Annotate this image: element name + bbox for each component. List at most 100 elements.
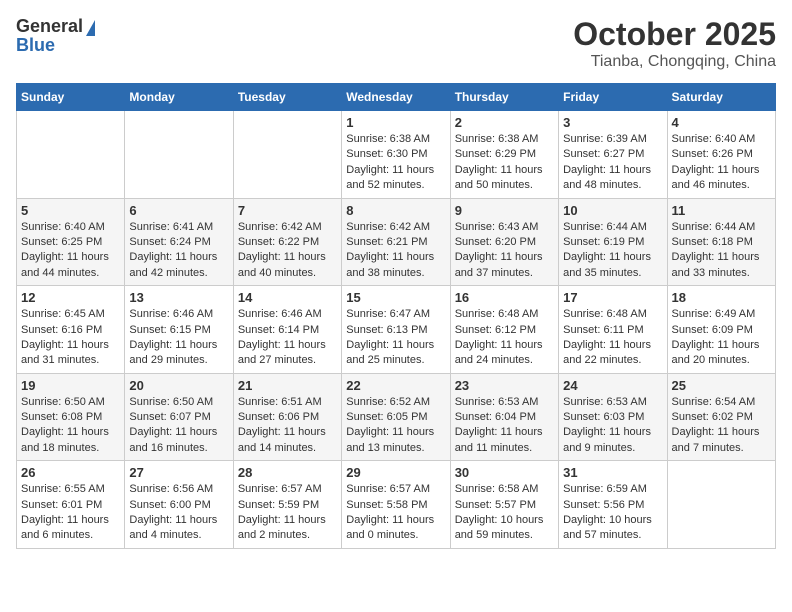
- calendar-cell: 1Sunrise: 6:38 AMSunset: 6:30 PMDaylight…: [342, 111, 450, 199]
- day-number: 12: [21, 290, 120, 305]
- day-info: Sunrise: 6:56 AMSunset: 6:00 PMDaylight:…: [129, 482, 228, 544]
- calendar-week-row: 12 Sunrise: 6:45 AMSunset: 6:16 PMDayligh…: [17, 286, 776, 374]
- calendar-cell: 17 Sunrise: 6:48 AMSunset: 6:11 PMDayligh…: [559, 286, 667, 374]
- calendar-cell: [125, 111, 233, 199]
- day-info: Sunrise: 6:57 AMSunset: 5:58 PMDaylight:…: [346, 482, 445, 544]
- day-number: 21: [238, 378, 337, 393]
- day-info: Sunrise: 6:40 AMSunset: 6:26 PMDaylight:…: [672, 132, 771, 194]
- calendar-cell: 19 Sunrise: 6:50 AMSunset: 6:08 PMDayligh…: [17, 373, 125, 461]
- day-number: 6: [129, 203, 228, 218]
- day-info: Sunrise: 6:46 AMSunset: 6:15 PMDaylight:…: [129, 307, 228, 369]
- logo: General Blue: [16, 16, 95, 56]
- day-number: 8: [346, 203, 445, 218]
- day-info: Sunrise: 6:48 AMSunset: 6:12 PMDaylight:…: [455, 307, 554, 369]
- day-number: 26: [21, 465, 120, 480]
- calendar-cell: 16 Sunrise: 6:48 AMSunset: 6:12 PMDayligh…: [450, 286, 558, 374]
- calendar-header-row: SundayMondayTuesdayWednesdayThursdayFrid…: [17, 84, 776, 111]
- day-number: 25: [672, 378, 771, 393]
- weekday-header-monday: Monday: [125, 84, 233, 111]
- day-info: Sunrise: 6:41 AMSunset: 6:24 PMDaylight:…: [129, 220, 228, 282]
- day-number: 23: [455, 378, 554, 393]
- calendar-cell: 9 Sunrise: 6:43 AMSunset: 6:20 PMDaylight…: [450, 198, 558, 286]
- calendar-cell: 30 Sunrise: 6:58 AMSunset: 5:57 PMDayligh…: [450, 461, 558, 549]
- calendar-cell: 22 Sunrise: 6:52 AMSunset: 6:05 PMDayligh…: [342, 373, 450, 461]
- day-number: 10: [563, 203, 662, 218]
- logo-triangle-icon: [86, 20, 95, 36]
- weekday-header-thursday: Thursday: [450, 84, 558, 111]
- day-number: 17: [563, 290, 662, 305]
- calendar-week-row: 5 Sunrise: 6:40 AMSunset: 6:25 PMDaylight…: [17, 198, 776, 286]
- day-info: Sunrise: 6:39 AMSunset: 6:27 PMDaylight:…: [563, 132, 662, 194]
- day-info: Sunrise: 6:50 AMSunset: 6:08 PMDaylight:…: [21, 395, 120, 457]
- calendar-cell: 4 Sunrise: 6:40 AMSunset: 6:26 PMDaylight…: [667, 111, 775, 199]
- weekday-header-tuesday: Tuesday: [233, 84, 341, 111]
- day-info: Sunrise: 6:43 AMSunset: 6:20 PMDaylight:…: [455, 220, 554, 282]
- calendar-cell: [667, 461, 775, 549]
- day-info: Sunrise: 6:40 AMSunset: 6:25 PMDaylight:…: [21, 220, 120, 282]
- day-info: Sunrise: 6:38 AMSunset: 6:29 PMDaylight:…: [455, 132, 554, 194]
- day-info: Sunrise: 6:47 AMSunset: 6:13 PMDaylight:…: [346, 307, 445, 369]
- calendar-cell: 27 Sunrise: 6:56 AMSunset: 6:00 PMDayligh…: [125, 461, 233, 549]
- day-number: 29: [346, 465, 445, 480]
- weekday-header-friday: Friday: [559, 84, 667, 111]
- calendar-cell: 8 Sunrise: 6:42 AMSunset: 6:21 PMDaylight…: [342, 198, 450, 286]
- day-info: Sunrise: 6:54 AMSunset: 6:02 PMDaylight:…: [672, 395, 771, 457]
- day-number: 19: [21, 378, 120, 393]
- day-number: 15: [346, 290, 445, 305]
- day-info: Sunrise: 6:59 AMSunset: 5:56 PMDaylight:…: [563, 482, 662, 544]
- day-info: Sunrise: 6:45 AMSunset: 6:16 PMDaylight:…: [21, 307, 120, 369]
- calendar-cell: 26 Sunrise: 6:55 AMSunset: 6:01 PMDayligh…: [17, 461, 125, 549]
- day-number: 5: [21, 203, 120, 218]
- page-header: General Blue October 2025 Tianba, Chongq…: [16, 16, 776, 71]
- calendar-table: SundayMondayTuesdayWednesdayThursdayFrid…: [16, 83, 776, 549]
- calendar-cell: 7Sunrise: 6:42 AMSunset: 6:22 PMDaylight…: [233, 198, 341, 286]
- day-number: 31: [563, 465, 662, 480]
- calendar-cell: 13Sunrise: 6:46 AMSunset: 6:15 PMDayligh…: [125, 286, 233, 374]
- day-info: Sunrise: 6:38 AMSunset: 6:30 PMDaylight:…: [346, 132, 445, 194]
- day-number: 30: [455, 465, 554, 480]
- day-info: Sunrise: 6:50 AMSunset: 6:07 PMDaylight:…: [129, 395, 228, 457]
- calendar-week-row: 1Sunrise: 6:38 AMSunset: 6:30 PMDaylight…: [17, 111, 776, 199]
- calendar-cell: 20 Sunrise: 6:50 AMSunset: 6:07 PMDayligh…: [125, 373, 233, 461]
- location-title: Tianba, Chongqing, China: [573, 53, 776, 71]
- day-number: 9: [455, 203, 554, 218]
- calendar-cell: 3 Sunrise: 6:39 AMSunset: 6:27 PMDaylight…: [559, 111, 667, 199]
- calendar-cell: 21Sunrise: 6:51 AMSunset: 6:06 PMDayligh…: [233, 373, 341, 461]
- day-number: 27: [129, 465, 228, 480]
- calendar-week-row: 19 Sunrise: 6:50 AMSunset: 6:08 PMDayligh…: [17, 373, 776, 461]
- title-block: October 2025 Tianba, Chongqing, China: [573, 16, 776, 71]
- day-number: 3: [563, 115, 662, 130]
- calendar-cell: 23 Sunrise: 6:53 AMSunset: 6:04 PMDayligh…: [450, 373, 558, 461]
- calendar-week-row: 26 Sunrise: 6:55 AMSunset: 6:01 PMDayligh…: [17, 461, 776, 549]
- calendar-cell: 18Sunrise: 6:49 AMSunset: 6:09 PMDayligh…: [667, 286, 775, 374]
- day-number: 28: [238, 465, 337, 480]
- calendar-cell: 24Sunrise: 6:53 AMSunset: 6:03 PMDayligh…: [559, 373, 667, 461]
- day-number: 16: [455, 290, 554, 305]
- logo-blue-text: Blue: [16, 35, 55, 56]
- day-number: 22: [346, 378, 445, 393]
- day-number: 20: [129, 378, 228, 393]
- day-info: Sunrise: 6:48 AMSunset: 6:11 PMDaylight:…: [563, 307, 662, 369]
- day-number: 11: [672, 203, 771, 218]
- calendar-cell: 2Sunrise: 6:38 AMSunset: 6:29 PMDaylight…: [450, 111, 558, 199]
- day-number: 4: [672, 115, 771, 130]
- day-info: Sunrise: 6:55 AMSunset: 6:01 PMDaylight:…: [21, 482, 120, 544]
- day-info: Sunrise: 6:53 AMSunset: 6:04 PMDaylight:…: [455, 395, 554, 457]
- calendar-cell: [17, 111, 125, 199]
- day-info: Sunrise: 6:52 AMSunset: 6:05 PMDaylight:…: [346, 395, 445, 457]
- calendar-cell: 31 Sunrise: 6:59 AMSunset: 5:56 PMDayligh…: [559, 461, 667, 549]
- calendar-cell: 15 Sunrise: 6:47 AMSunset: 6:13 PMDayligh…: [342, 286, 450, 374]
- day-number: 14: [238, 290, 337, 305]
- day-info: Sunrise: 6:42 AMSunset: 6:22 PMDaylight:…: [238, 220, 337, 282]
- day-info: Sunrise: 6:53 AMSunset: 6:03 PMDaylight:…: [563, 395, 662, 457]
- day-info: Sunrise: 6:44 AMSunset: 6:19 PMDaylight:…: [563, 220, 662, 282]
- day-info: Sunrise: 6:42 AMSunset: 6:21 PMDaylight:…: [346, 220, 445, 282]
- calendar-cell: 28 Sunrise: 6:57 AMSunset: 5:59 PMDayligh…: [233, 461, 341, 549]
- weekday-header-wednesday: Wednesday: [342, 84, 450, 111]
- calendar-cell: 6 Sunrise: 6:41 AMSunset: 6:24 PMDaylight…: [125, 198, 233, 286]
- day-info: Sunrise: 6:57 AMSunset: 5:59 PMDaylight:…: [238, 482, 337, 544]
- day-info: Sunrise: 6:58 AMSunset: 5:57 PMDaylight:…: [455, 482, 554, 544]
- day-info: Sunrise: 6:44 AMSunset: 6:18 PMDaylight:…: [672, 220, 771, 282]
- month-title: October 2025: [573, 16, 776, 53]
- calendar-cell: 11 Sunrise: 6:44 AMSunset: 6:18 PMDayligh…: [667, 198, 775, 286]
